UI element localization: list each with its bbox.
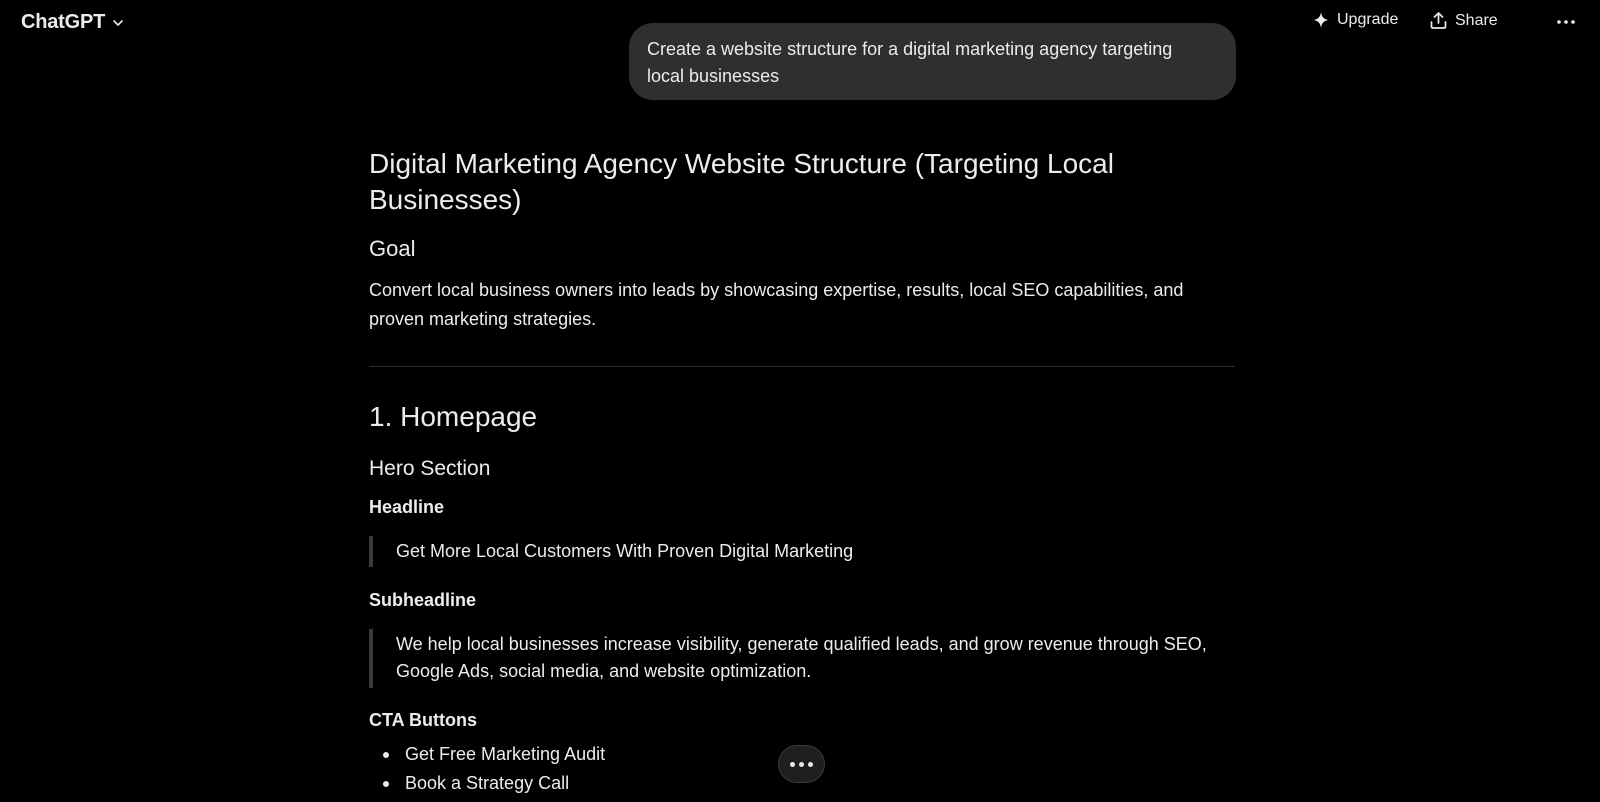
share-upload-icon (1429, 11, 1448, 30)
bullet-icon (383, 752, 389, 758)
model-switcher[interactable]: ChatGPT (21, 11, 125, 34)
ellipsis-icon (808, 761, 813, 767)
cta-buttons-label: CTA Buttons (369, 710, 477, 730)
floating-more-button[interactable] (778, 745, 825, 783)
chevron-down-icon (111, 16, 125, 30)
subheadline-quote-text: We help local businesses increase visibi… (396, 634, 1207, 681)
divider (369, 366, 1235, 367)
subheadline-quote: We help local businesses increase visibi… (369, 629, 1235, 688)
share-label: Share (1455, 11, 1498, 29)
response-title: Digital Marketing Agency Website Structu… (369, 148, 1114, 215)
bullet-icon (383, 781, 389, 787)
sparkle-icon (1312, 11, 1330, 29)
upgrade-button[interactable]: Upgrade (1312, 11, 1398, 29)
list-item-text: Get Free Marketing Audit (405, 744, 606, 764)
share-button[interactable]: Share (1429, 11, 1498, 30)
list-item: Book a Strategy Call (369, 769, 605, 798)
subheadline-label: Subheadline (369, 590, 477, 610)
subsection-heading-hero: Hero Section (369, 457, 491, 480)
ellipsis-icon (790, 761, 795, 767)
headline-quote-text: Get More Local Customers With Proven Dig… (396, 541, 854, 561)
section-heading-homepage: 1. Homepage (369, 401, 538, 432)
ellipsis-icon (799, 761, 804, 767)
goal-text: Convert local business owners into leads… (369, 280, 1184, 329)
goal-heading: Goal (369, 236, 416, 261)
more-horizontal-icon (1556, 12, 1576, 32)
upgrade-label: Upgrade (1337, 11, 1399, 28)
list-item: Get Free Marketing Audit (369, 740, 605, 769)
headline-quote: Get More Local Customers With Proven Dig… (369, 536, 1235, 567)
app-title: ChatGPT (21, 11, 106, 33)
user-message-bubble: Create a website structure for a digital… (629, 23, 1236, 100)
cta-list: Get Free Marketing Audit Book a Strategy… (369, 740, 605, 798)
list-item-text: Book a Strategy Call (405, 773, 570, 793)
user-message-text: Create a website structure for a digital… (647, 39, 1173, 86)
headline-label: Headline (369, 497, 445, 517)
more-options-button[interactable] (1556, 12, 1576, 32)
